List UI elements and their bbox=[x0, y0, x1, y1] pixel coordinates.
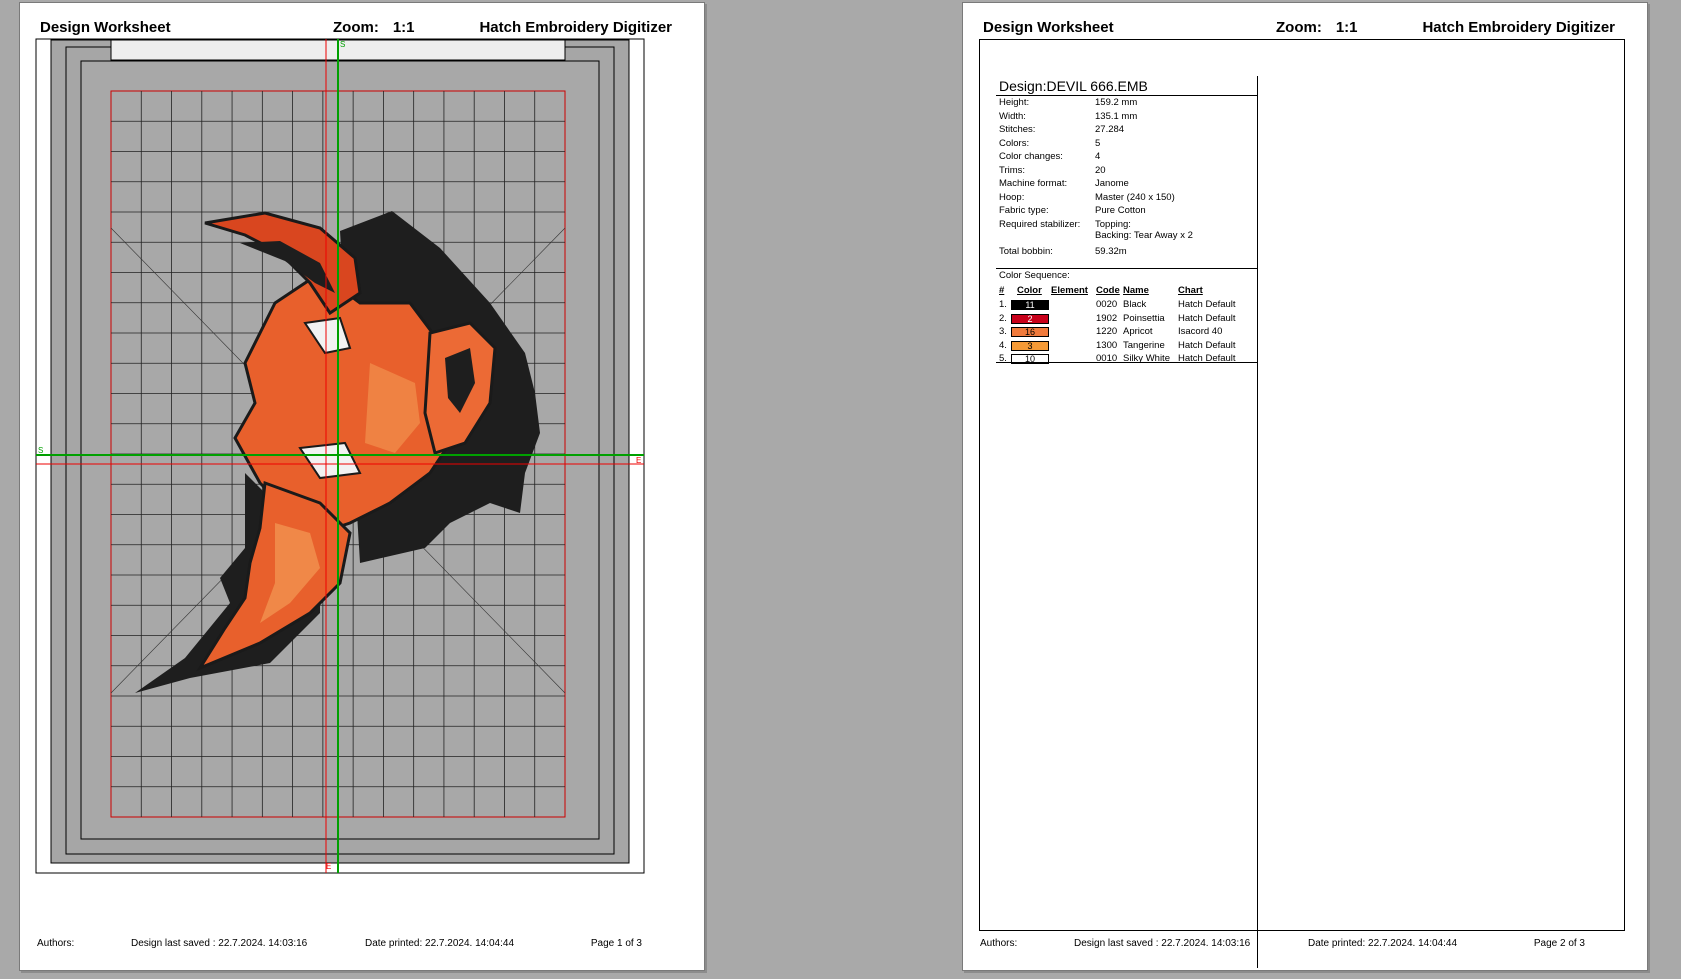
info-value: Topping: bbox=[1095, 218, 1131, 230]
color-chart: Hatch Default bbox=[1178, 299, 1236, 310]
footer-last-saved: Design last saved : 22.7.2024. 14:03:16 bbox=[131, 938, 308, 949]
footer-date-printed: Date printed: 22.7.2024. 14:04:44 bbox=[1308, 938, 1458, 949]
color-swatch: 3 bbox=[1011, 340, 1049, 351]
info-label: Height: bbox=[999, 97, 1030, 108]
design-info-row: Fabric type: Pure Cotton bbox=[999, 205, 1146, 216]
color-swatch: 11 bbox=[1011, 300, 1049, 310]
footer-date-printed: Date printed: 22.7.2024. 14:04:44 bbox=[365, 938, 515, 949]
color-name: Tangerine bbox=[1123, 339, 1165, 351]
design-info-row: Hoop: Master (240 x 150) bbox=[999, 192, 1175, 203]
design-info-row: Width: 135.1 mm bbox=[999, 111, 1137, 122]
info-value: 5 bbox=[1095, 137, 1101, 149]
marker-top: S bbox=[340, 40, 345, 49]
color-row-number: 1. bbox=[999, 299, 1007, 310]
color-sequence-title: Color Sequence: bbox=[999, 270, 1070, 281]
design-name: Design:DEVIL 666.EMB bbox=[999, 78, 1148, 94]
design-info-row: Backing: Tear Away x 2 bbox=[999, 230, 1193, 241]
design-info-row: Total bobbin: 59.32m bbox=[999, 246, 1127, 257]
col-header-color: Color bbox=[1017, 285, 1042, 296]
color-chart: Isacord 40 bbox=[1178, 326, 1223, 337]
info-label: Hoop: bbox=[999, 191, 1025, 203]
design-info-row: Colors: 5 bbox=[999, 138, 1100, 149]
footer-last-saved: Design last saved : 22.7.2024. 14:03:16 bbox=[1074, 938, 1251, 949]
page-title: Design Worksheet bbox=[983, 19, 1114, 36]
col-header-name: Name bbox=[1123, 285, 1149, 296]
marker-left: S bbox=[38, 446, 43, 455]
info-value: Janome bbox=[1095, 178, 1129, 189]
info-value: 159.2 mm bbox=[1095, 97, 1138, 108]
design-preview: S E S E bbox=[35, 38, 645, 874]
color-swatch: 16 bbox=[1011, 327, 1049, 337]
design-info-panel: Design:DEVIL 666.EMB Height: 159.2 mm Widt… bbox=[996, 76, 1258, 968]
info-value: 135.1 mm bbox=[1095, 110, 1138, 122]
color-chart: Hatch Default bbox=[1178, 339, 1236, 351]
color-row-number: 2. bbox=[999, 312, 1007, 324]
info-label: Fabric type: bbox=[999, 205, 1049, 216]
marker-right: E bbox=[636, 456, 641, 465]
color-name: Apricot bbox=[1123, 326, 1153, 337]
zoom-indicator: Zoom: 1:1 bbox=[1276, 19, 1358, 36]
color-chart: Hatch Default bbox=[1178, 312, 1236, 324]
info-value: Backing: Tear Away x 2 bbox=[1095, 230, 1193, 241]
worksheet-page-1: Design Worksheet Zoom: 1:1 Hatch Embroide… bbox=[19, 2, 705, 971]
info-value: 27.284 bbox=[1095, 124, 1125, 135]
footer-authors: Authors: bbox=[37, 938, 75, 949]
color-code: 0020 bbox=[1096, 299, 1118, 310]
design-info-row: Height: 159.2 mm bbox=[999, 97, 1137, 108]
info-label: Width: bbox=[999, 110, 1026, 122]
info-label: Stitches: bbox=[999, 124, 1036, 135]
info-label: Colors: bbox=[999, 137, 1030, 149]
col-header-chart: Chart bbox=[1178, 285, 1203, 296]
design-info-row: Stitches: 27.284 bbox=[999, 124, 1124, 135]
footer-page-number: Page 1 of 3 bbox=[590, 938, 642, 949]
color-swatch: 2 bbox=[1011, 313, 1049, 324]
info-value: 4 bbox=[1095, 151, 1101, 162]
info-value: Master (240 x 150) bbox=[1095, 191, 1175, 203]
info-value: 59.32m bbox=[1095, 245, 1127, 257]
info-value: Pure Cotton bbox=[1095, 205, 1146, 216]
footer-authors: Authors: bbox=[980, 938, 1018, 949]
color-name: Black bbox=[1123, 299, 1147, 310]
design-info-row: Trims: 20 bbox=[999, 165, 1106, 176]
brand-name: Hatch Embroidery Digitizer bbox=[1422, 19, 1615, 36]
info-label: Required stabilizer: bbox=[999, 218, 1081, 230]
color-row-number: 3. bbox=[999, 326, 1007, 337]
design-info-row: Machine format: Janome bbox=[999, 178, 1129, 189]
worksheet-page-2: Design Worksheet Zoom: 1:1 Hatch Embroide… bbox=[962, 2, 1648, 971]
info-label: Machine format: bbox=[999, 178, 1068, 189]
design-info-row: Required stabilizer: Topping: bbox=[999, 219, 1131, 230]
color-code: 1902 bbox=[1096, 312, 1118, 324]
color-code: 1220 bbox=[1096, 326, 1118, 337]
color-code: 1300 bbox=[1096, 339, 1118, 351]
worksheet-frame: Design:DEVIL 666.EMB Height: 159.2 mm Widt… bbox=[979, 39, 1625, 968]
design-info-row: Color changes: 4 bbox=[999, 151, 1100, 162]
col-header-element: Element bbox=[1051, 285, 1088, 296]
info-value: 20 bbox=[1095, 164, 1106, 176]
col-header-code: Code bbox=[1096, 285, 1120, 296]
info-label: Color changes: bbox=[999, 151, 1063, 162]
info-label: Total bobbin: bbox=[999, 245, 1053, 257]
marker-bottom: E bbox=[326, 862, 331, 871]
color-name: Poinsettia bbox=[1123, 312, 1165, 324]
color-row-number: 4. bbox=[999, 339, 1007, 351]
footer-page-number: Page 2 of 3 bbox=[1533, 938, 1585, 949]
info-label: Trims: bbox=[999, 164, 1026, 176]
col-header-num: # bbox=[999, 285, 1005, 296]
